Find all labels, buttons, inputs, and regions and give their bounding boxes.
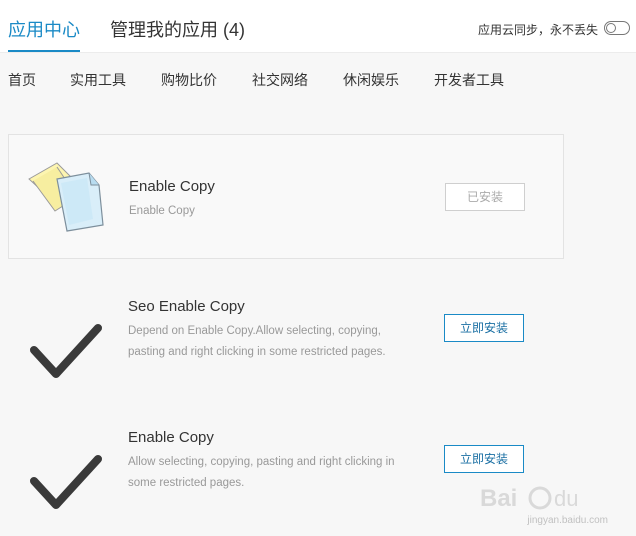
nav-item-social[interactable]: 社交网络 xyxy=(252,70,308,90)
watermark-url: jingyan.baidu.com xyxy=(527,515,608,526)
documents-icon xyxy=(27,159,107,237)
nav-item-entertainment[interactable]: 休闲娱乐 xyxy=(343,70,399,90)
svg-text:du: du xyxy=(554,486,578,511)
nav-item-tools[interactable]: 实用工具 xyxy=(70,70,126,90)
toggle-knob xyxy=(606,23,616,33)
nav-item-home[interactable]: 首页 xyxy=(8,70,36,90)
app-title: Enable Copy xyxy=(128,429,214,446)
checkmark-icon xyxy=(26,304,106,382)
tab-manage-apps[interactable]: 管理我的应用 (4) xyxy=(110,16,245,42)
nav-item-shopping[interactable]: 购物比价 xyxy=(161,70,217,90)
app-description: Enable Copy xyxy=(129,205,195,217)
tab-app-center[interactable]: 应用中心 xyxy=(8,16,80,42)
app-description: Depend on Enable Copy.Allow selecting, c… xyxy=(128,325,386,358)
baidu-watermark: Bai du jingyan.baidu.com xyxy=(468,480,628,526)
app-card[interactable]: Seo Enable Copy Depend on Enable Copy.Al… xyxy=(8,280,564,405)
nav-item-developer[interactable]: 开发者工具 xyxy=(434,70,504,90)
app-title: Enable Copy xyxy=(129,178,215,195)
sync-toggle[interactable] xyxy=(604,21,630,35)
active-tab-indicator xyxy=(8,50,80,52)
install-button[interactable]: 立即安装 xyxy=(444,445,524,473)
app-description: Allow selecting, copying, pasting and ri… xyxy=(128,456,395,489)
installed-button[interactable]: 已安装 xyxy=(445,183,525,211)
category-nav: 首页 实用工具 购物比价 社交网络 休闲娱乐 开发者工具 xyxy=(0,70,636,90)
top-bar: 应用中心 管理我的应用 (4) 应用云同步，永不丢失 xyxy=(0,0,636,53)
install-button[interactable]: 立即安装 xyxy=(444,314,524,342)
checkmark-icon xyxy=(26,435,106,513)
app-title: Seo Enable Copy xyxy=(128,298,245,315)
app-card[interactable]: Enable Copy Enable Copy 已安装 xyxy=(8,134,564,259)
svg-text:Bai: Bai xyxy=(480,485,517,512)
sync-label: 应用云同步，永不丢失 xyxy=(477,23,598,37)
